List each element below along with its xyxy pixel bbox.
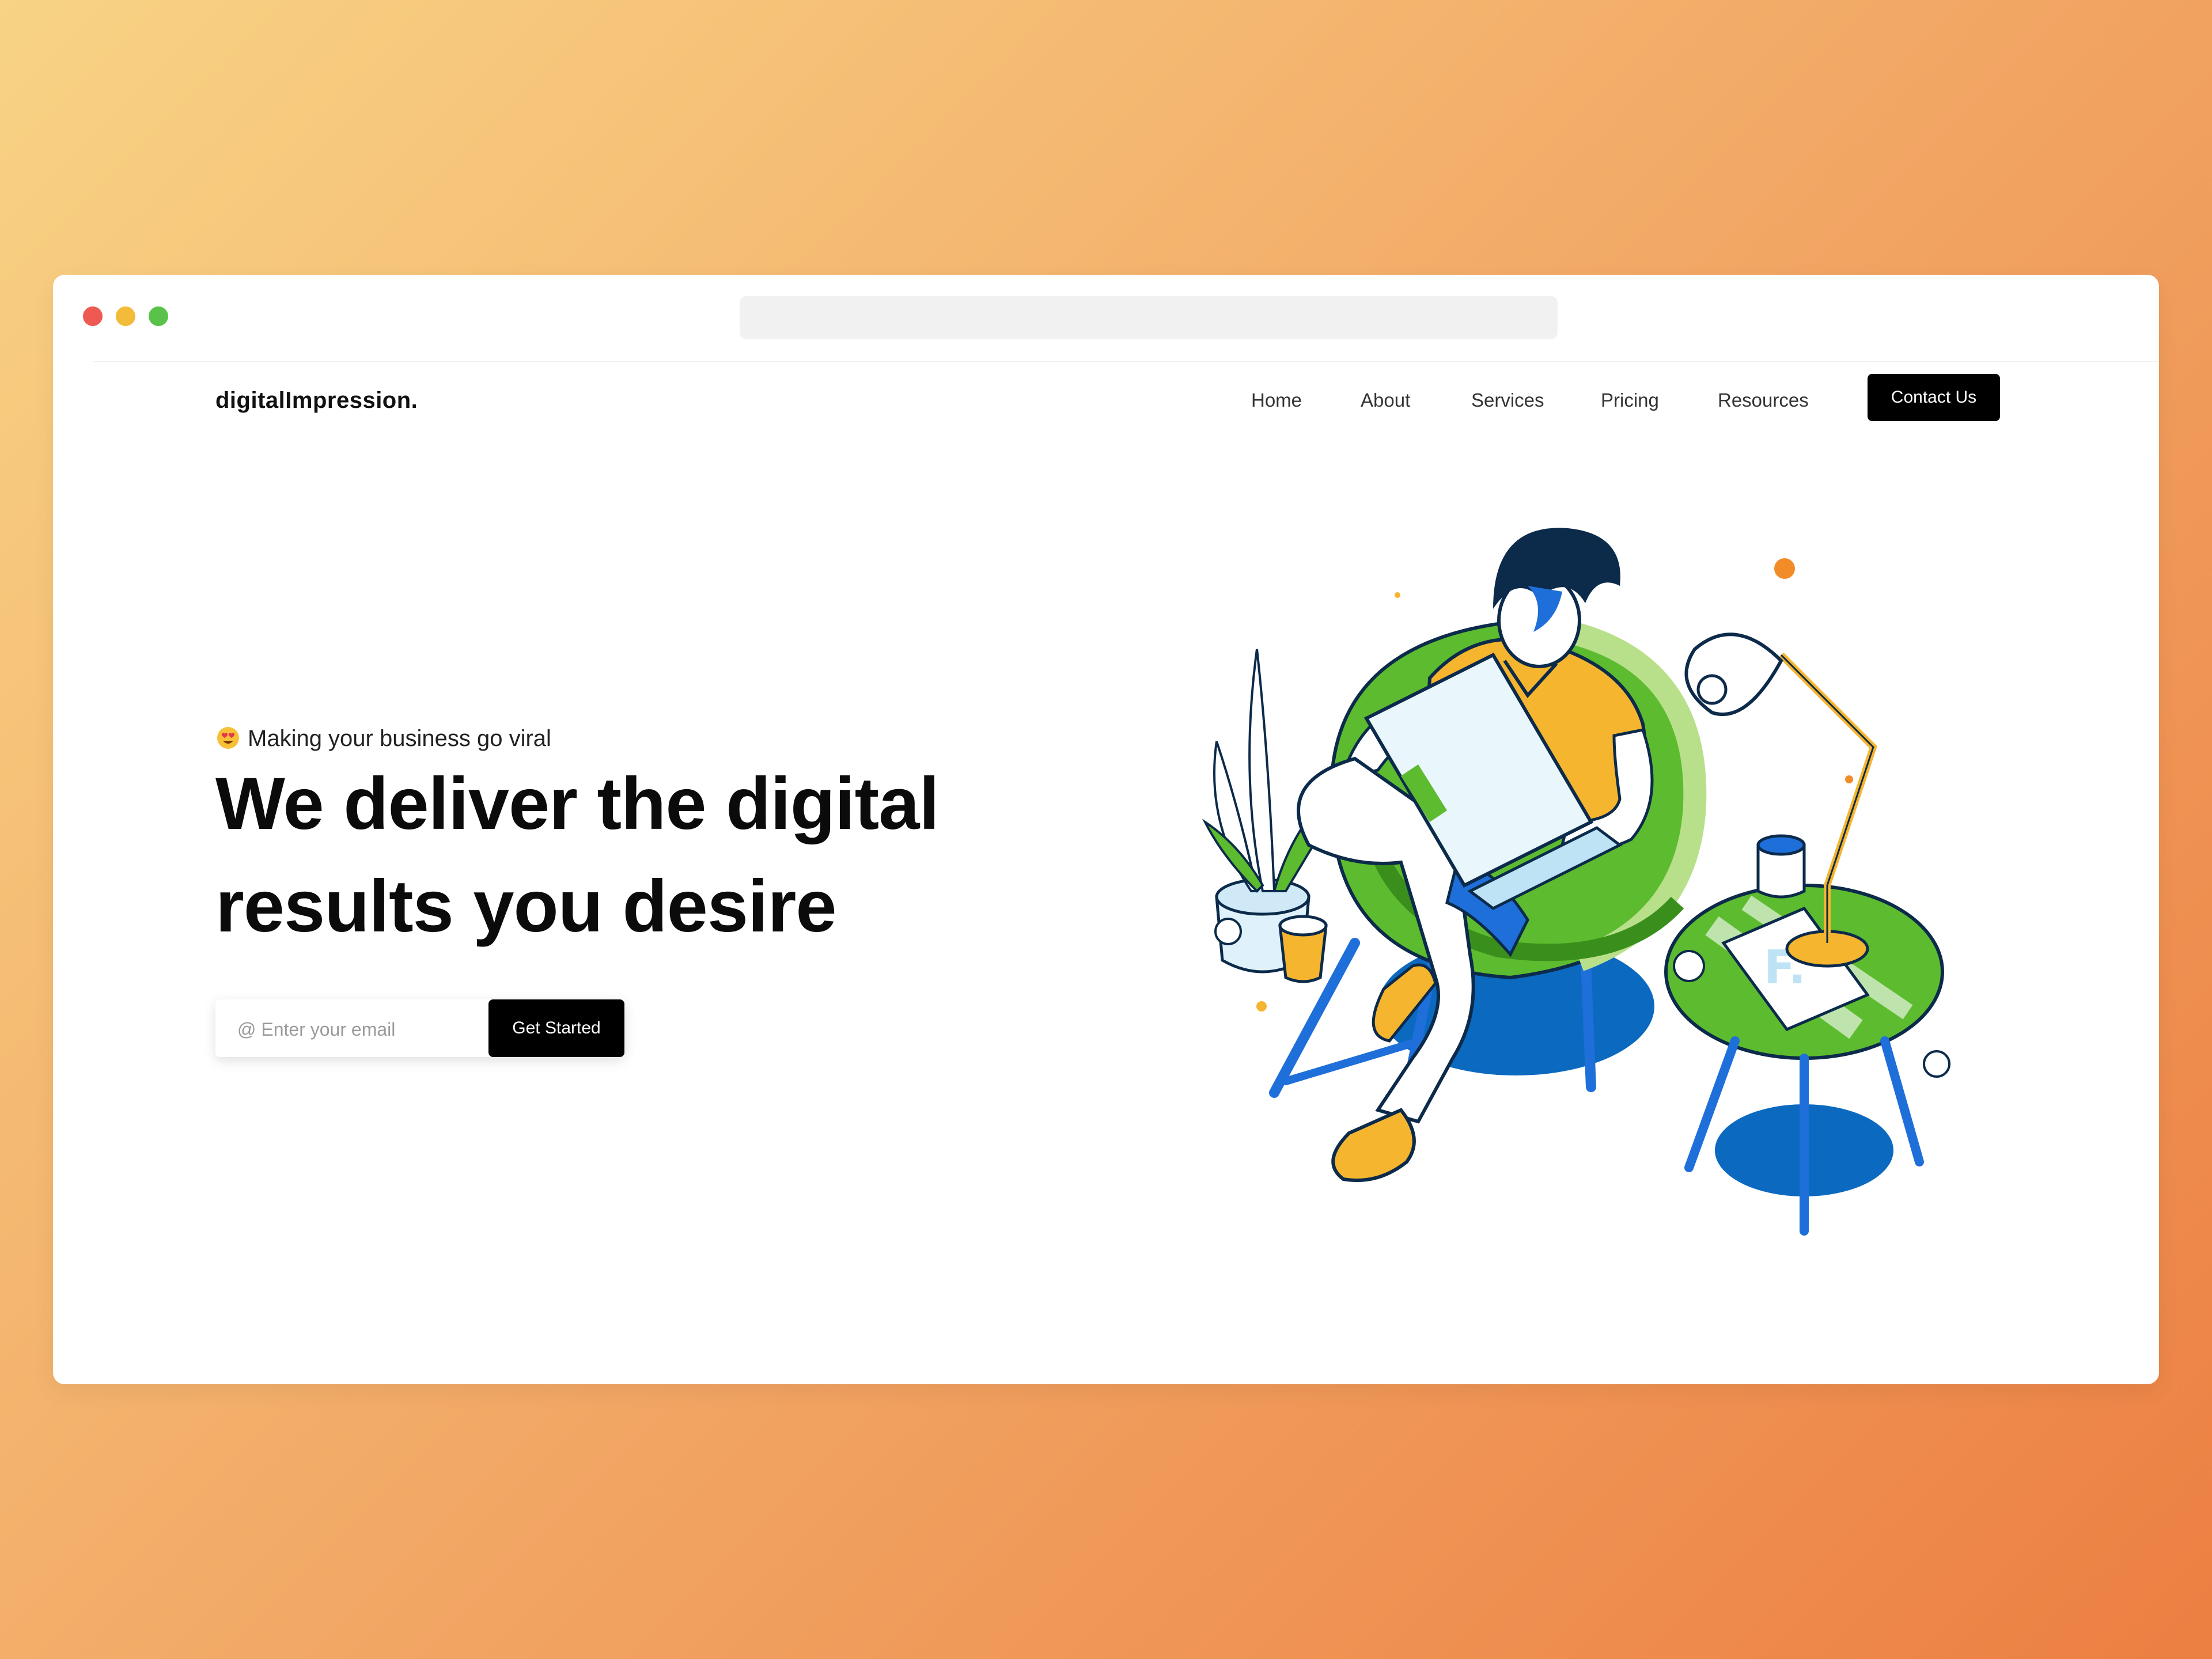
person-on-beanbag-with-laptop-illustration: F. — [1202, 528, 1950, 1236]
address-bar[interactable] — [740, 296, 1558, 339]
hero-headline: We deliver the digital results you desir… — [215, 753, 1080, 958]
nav-home[interactable]: Home — [1251, 383, 1302, 418]
get-started-button[interactable]: Get Started — [488, 999, 624, 1057]
contact-us-button[interactable]: Contact Us — [1868, 374, 2000, 421]
nav-pricing[interactable]: Pricing — [1601, 383, 1659, 418]
browser-window: digitalImpression. Home About Services P… — [53, 275, 2159, 1384]
headline-line-2: results you desire — [215, 865, 837, 948]
email-signup-form: Get Started — [215, 999, 624, 1057]
site-logo[interactable]: digitalImpression. — [215, 383, 418, 418]
close-window-dot[interactable] — [83, 306, 103, 326]
browser-chrome — [53, 275, 2159, 361]
headline-line-1: We deliver the digital — [215, 763, 940, 845]
heart-eyes-emoji-icon — [217, 727, 239, 749]
tagline-text: Making your business go viral — [248, 726, 551, 751]
maximize-window-dot[interactable] — [149, 306, 168, 326]
hero-tagline: Making your business go viral — [217, 724, 551, 753]
minimize-window-dot[interactable] — [116, 306, 135, 326]
nav-services[interactable]: Services — [1471, 383, 1544, 418]
chrome-divider — [93, 361, 2159, 362]
email-input[interactable] — [236, 1014, 480, 1044]
nav-resources[interactable]: Resources — [1718, 383, 1809, 418]
nav-about[interactable]: About — [1361, 383, 1410, 418]
